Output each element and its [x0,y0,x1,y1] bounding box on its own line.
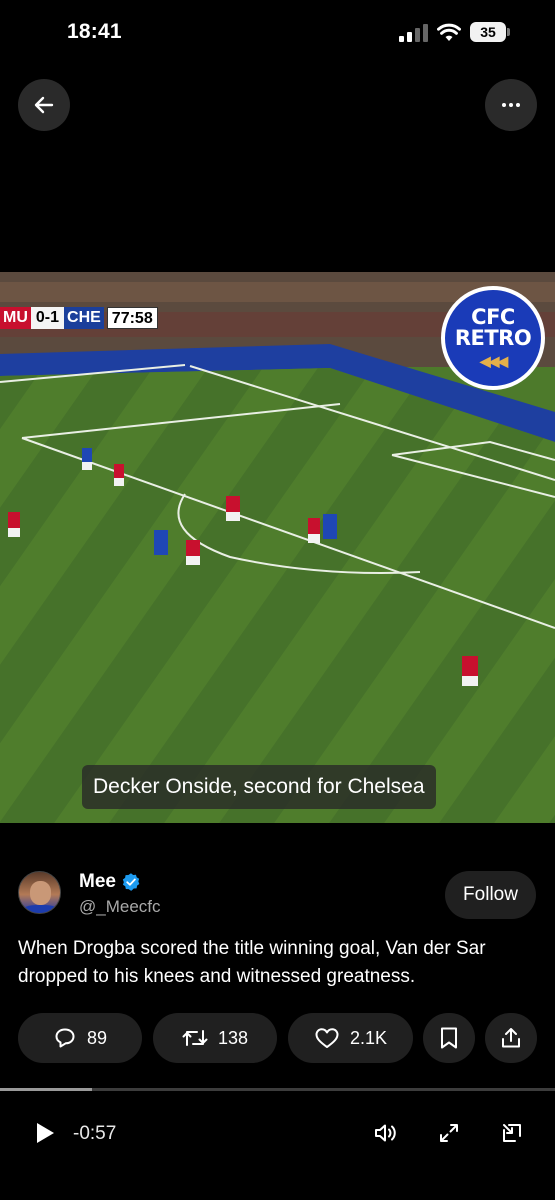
volume-button[interactable] [371,1118,401,1148]
battery-icon: 35 [470,22,510,42]
repost-icon [182,1030,208,1046]
status-time: 18:41 [67,20,122,43]
battery-level: 35 [470,22,506,42]
author-handle[interactable]: @_Meecfc [79,897,161,917]
post-text: When Drogba scored the title winning goa… [18,938,486,987]
volume-icon [375,1124,396,1142]
avatar[interactable] [18,871,61,914]
home-team: MU [0,307,31,329]
cfc-retro-logo: CFC RETRO ◀◀◀ [441,286,545,390]
reply-button[interactable]: 89 [18,1013,142,1063]
repost-count: 138 [217,1027,249,1048]
repost-button[interactable]: 138 [153,1013,277,1063]
share-icon [502,1028,520,1048]
author-name[interactable]: Mee [79,871,141,893]
like-count: 2.1K [349,1027,388,1048]
heart-icon [315,1028,339,1048]
reply-icon [55,1028,75,1048]
wifi-icon [437,23,461,41]
more-options-button[interactable] [485,79,537,131]
match-clock: 77:58 [106,307,158,329]
share-button[interactable] [485,1013,537,1063]
back-button[interactable] [18,79,70,131]
picture-in-picture-icon [503,1124,521,1142]
video-progress-bar[interactable] [0,1088,555,1091]
time-remaining: -0:57 [73,1123,117,1144]
fullscreen-button[interactable] [434,1118,464,1148]
arrow-left-icon [34,96,54,114]
reply-count: 89 [86,1027,108,1048]
more-horizontal-icon [502,103,520,107]
video-progress-fill [0,1088,92,1091]
like-button[interactable]: 2.1K [288,1013,413,1063]
status-bar: 18:41 35 [0,0,555,64]
cellular-signal-icon [399,24,428,42]
match-score: 0-1 [30,307,65,329]
expand-icon [440,1124,458,1142]
verified-badge-icon [122,873,140,891]
away-team: CHE [64,307,104,329]
video-caption: Decker Onside, second for Chelsea [82,765,436,809]
bookmark-button[interactable] [423,1013,475,1063]
video-player[interactable]: MU 0-1 CHE 77:58 CFC RETRO ◀◀◀ Decker On… [0,272,555,823]
bookmark-icon [441,1027,457,1049]
picture-in-picture-button[interactable] [497,1118,527,1148]
play-icon [37,1123,54,1143]
follow-button[interactable]: Follow [445,871,536,919]
play-button[interactable] [30,1118,60,1148]
scoreboard: MU 0-1 CHE 77:58 [0,307,158,329]
